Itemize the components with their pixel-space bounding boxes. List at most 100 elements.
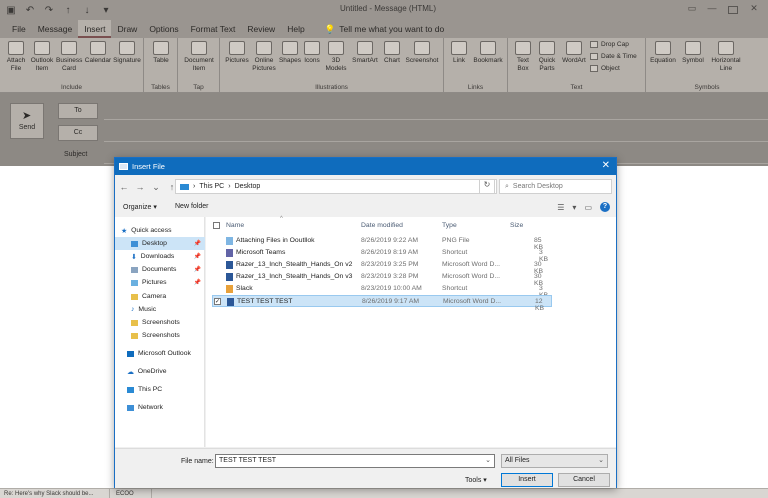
object-button[interactable]: Object [590, 65, 620, 72]
maximize-icon[interactable] [728, 6, 738, 14]
save-icon[interactable]: ▣ [6, 5, 16, 16]
breadcrumb-desktop[interactable]: Desktop [235, 183, 261, 190]
search-input[interactable]: ⌕ Search Desktop [499, 179, 612, 194]
view-options-chevron-icon[interactable]: ▾ [572, 203, 576, 212]
teams-shortcut-icon [226, 249, 233, 257]
nav-item-downloads[interactable]: ⬇ Downloads 📌 [115, 250, 205, 263]
online-pictures-button[interactable]: Online Pictures [251, 41, 277, 73]
refresh-button[interactable]: ↻ [479, 179, 495, 194]
file-name-dropdown-icon[interactable]: ⌄ [485, 455, 491, 467]
signature-button[interactable]: Signature [112, 41, 142, 65]
nav-item-network[interactable]: Network [115, 401, 205, 414]
ribbon-display-icon[interactable]: ▭ [684, 3, 700, 17]
tab-file[interactable]: File [6, 20, 32, 38]
tab-draw[interactable]: Draw [111, 20, 143, 38]
tab-format-text[interactable]: Format Text [185, 20, 242, 38]
row-checkbox-checked[interactable]: ✓ [214, 298, 221, 305]
document-item-button[interactable]: Document Item [182, 41, 216, 73]
business-card-button[interactable]: Business Card [56, 41, 82, 73]
screenshot-button[interactable]: Screenshot [404, 41, 440, 65]
outlook-item-button[interactable]: Outlook Item [29, 41, 55, 73]
bookmark-button[interactable]: Bookmark [471, 41, 505, 65]
tab-insert[interactable]: Insert [78, 20, 112, 38]
insert-button[interactable]: Insert [501, 473, 553, 487]
file-row[interactable]: Attaching Files in Ooutllok 8/26/2019 9:… [212, 235, 552, 251]
breadcrumb-this-pc[interactable]: This PC [199, 183, 224, 190]
quick-parts-button[interactable]: Quick Parts [535, 41, 559, 73]
equation-button[interactable]: Equation [648, 41, 678, 65]
column-date-modified[interactable]: Date modified [361, 222, 403, 229]
calendar-button[interactable]: Calendar [84, 41, 112, 65]
cc-button[interactable]: Cc [58, 125, 98, 141]
icons-button[interactable]: Icons [302, 41, 322, 65]
to-button[interactable]: To [58, 103, 98, 119]
back-arrow-icon[interactable]: ← [119, 182, 129, 192]
taskbar-item-email[interactable]: Re: Here's why Slack should be... [0, 489, 110, 498]
file-row[interactable]: Razer_13_Inch_Stealth_Hands_On v3 8/23/2… [212, 271, 552, 287]
3d-models-button[interactable]: 3D Models [323, 41, 349, 73]
symbol-button[interactable]: Symbol [680, 41, 706, 65]
file-row-selected[interactable]: ✓ TEST TEST TEST 8/26/2019 9:17 AM Micro… [212, 295, 552, 312]
tell-me-box[interactable]: 💡 Tell me what you want to do [325, 24, 444, 35]
nav-item-documents[interactable]: Documents 📌 [115, 263, 205, 276]
nav-item-desktop[interactable]: Desktop 📌 [115, 237, 205, 250]
column-name[interactable]: Name [226, 222, 244, 229]
address-bar[interactable]: › This PC › Desktop ⌄ [175, 179, 497, 194]
smartart-button[interactable]: SmartArt [351, 41, 379, 65]
file-row[interactable]: Microsoft Teams 8/26/2019 8:19 AM Shortc… [212, 247, 552, 263]
new-folder-button[interactable]: New folder [175, 203, 208, 210]
to-field[interactable] [104, 119, 768, 120]
select-all-checkbox[interactable] [213, 222, 220, 229]
wordart-button[interactable]: WordArt [560, 41, 588, 65]
up-arrow-icon[interactable]: ↑ [63, 5, 73, 16]
link-button[interactable]: Link [448, 41, 470, 65]
tab-options[interactable]: Options [143, 20, 184, 38]
tab-message[interactable]: Message [32, 20, 79, 38]
nav-item-music[interactable]: ♪ Music [115, 303, 205, 316]
file-row[interactable]: Slack 8/23/2019 10:00 AM Shortcut 3 KB [212, 283, 552, 299]
minimize-icon[interactable]: — [704, 3, 720, 17]
group-label-symbols: Symbols [694, 84, 720, 91]
cc-field[interactable] [104, 141, 768, 142]
tab-help[interactable]: Help [281, 20, 310, 38]
date-time-button[interactable]: Date & Time [590, 53, 637, 60]
nav-item-screenshots-2[interactable]: Screenshots [115, 329, 205, 342]
shapes-button[interactable]: Shapes [278, 41, 302, 65]
forward-arrow-icon[interactable]: → [135, 182, 145, 192]
dialog-close-icon[interactable]: ✕ [602, 160, 610, 171]
horizontal-line-button[interactable]: Horizontal Line [708, 41, 744, 73]
text-box-button[interactable]: Text Box [512, 41, 534, 73]
column-size[interactable]: Size [510, 222, 523, 229]
recent-chevron-icon[interactable]: ⌄ [151, 182, 161, 193]
tools-menu[interactable]: Tools ▾ [465, 476, 487, 484]
cancel-button[interactable]: Cancel [558, 473, 610, 487]
nav-item-quick-access[interactable]: ★ Quick access [115, 224, 205, 237]
file-name-input[interactable]: TEST TEST TEST ⌄ [215, 454, 495, 468]
column-type[interactable]: Type [442, 222, 457, 229]
nav-item-onedrive[interactable]: ☁ OneDrive [115, 365, 205, 378]
attach-file-button[interactable]: Attach File [4, 41, 28, 73]
send-button[interactable]: ➤ Send [10, 103, 44, 139]
table-button[interactable]: Table [148, 41, 174, 65]
help-icon[interactable]: ? [600, 202, 610, 212]
tab-review[interactable]: Review [241, 20, 281, 38]
chart-button[interactable]: Chart [381, 41, 403, 65]
redo-icon[interactable]: ↷ [44, 5, 54, 16]
close-window-icon[interactable]: ✕ [746, 3, 762, 17]
file-type-select[interactable]: All Files ⌄ [501, 454, 608, 468]
pictures-button[interactable]: Pictures [224, 41, 250, 65]
view-details-icon[interactable]: ☰ [557, 203, 564, 212]
nav-item-screenshots[interactable]: Screenshots [115, 316, 205, 329]
taskbar-item-ecoo[interactable]: ECOO [112, 489, 152, 498]
down-arrow-icon[interactable]: ↓ [82, 5, 92, 16]
nav-item-microsoft-outlook[interactable]: Microsoft Outlook [115, 347, 205, 360]
nav-item-pictures[interactable]: Pictures 📌 [115, 276, 205, 289]
nav-item-camera[interactable]: Camera [115, 290, 205, 303]
nav-item-this-pc[interactable]: This PC [115, 383, 205, 396]
drop-cap-button[interactable]: Drop Cap [590, 41, 629, 48]
file-row[interactable]: Razer_13_Inch_Stealth_Hands_On v2 8/23/2… [212, 259, 552, 275]
customize-icon[interactable]: ▾ [101, 5, 111, 16]
preview-pane-icon[interactable]: ▭ [584, 203, 592, 212]
organize-menu[interactable]: Organize ▾ [123, 203, 157, 211]
undo-icon[interactable]: ↶ [25, 5, 35, 16]
